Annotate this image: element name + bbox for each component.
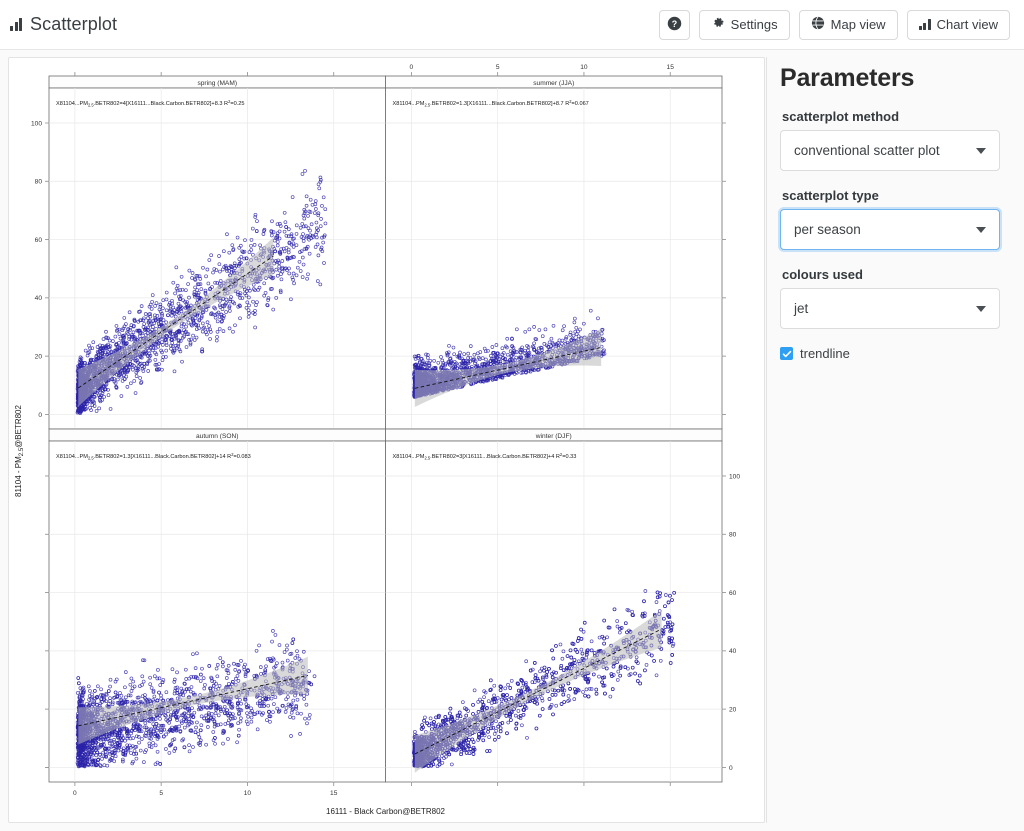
chart-view-button[interactable]: Chart view <box>906 9 1010 40</box>
colours-used-label: colours used <box>782 267 863 282</box>
x-tick-label: 15 <box>330 790 338 797</box>
panel-equation: X81104...PM2.5.BETR802=3[X16111...Black.… <box>393 452 577 461</box>
chevron-down-icon <box>976 147 986 154</box>
scatterplot-figure: spring (MAM) X81104...PM2.5.BETR802=4[X16… <box>8 57 765 823</box>
parameters-title: Parameters <box>780 64 915 92</box>
scatterplot-method-label: scatterplot method <box>782 109 900 124</box>
bar-chart-icon <box>10 18 22 31</box>
x-tick-label: 15 <box>667 64 675 71</box>
top-toolbar: Scatterplot ? Settings Map view Chart vi… <box>0 0 1024 50</box>
scatterplot-type-label: scatterplot type <box>782 188 879 203</box>
x-axis-title: 16111 - Black Carbon@BETR802 <box>326 807 446 816</box>
chart-view-label: Chart view <box>936 17 998 32</box>
parameters-sidebar: Parameters scatterplot method convention… <box>772 57 1016 823</box>
settings-label: Settings <box>730 17 778 32</box>
panel-equation: X81104...PM2.5.BETR802=1.3[X16111...Blac… <box>56 452 251 461</box>
y-tick-label: 0 <box>729 765 733 772</box>
y-tick-label: 100 <box>729 473 740 480</box>
trendline-checkbox[interactable] <box>780 347 793 360</box>
y-tick-label: 20 <box>729 707 737 714</box>
panel-strip-label: winter (DJF) <box>535 433 572 440</box>
map-view-label: Map view <box>830 17 886 32</box>
facet-scatter-svg: spring (MAM) X81104...PM2.5.BETR802=4[X16… <box>14 64 740 816</box>
y-tick-label: 20 <box>35 354 43 361</box>
panel-strip-label: spring (MAM) <box>197 80 237 87</box>
x-tick-label: 0 <box>410 64 414 71</box>
scatterplot-method-value: conventional scatter plot <box>794 143 940 158</box>
y-tick-label: 80 <box>729 532 737 539</box>
y-tick-label: 40 <box>35 295 43 302</box>
settings-button[interactable]: Settings <box>698 9 790 40</box>
y-tick-label: 60 <box>35 237 43 244</box>
colours-used-select[interactable]: jet <box>780 288 1000 329</box>
check-icon <box>782 349 792 359</box>
panel-divider <box>766 57 767 823</box>
chevron-down-icon <box>976 226 986 233</box>
y-tick-label: 100 <box>31 120 42 127</box>
scatterplot-type-value: per season <box>794 222 861 237</box>
x-tick-label: 5 <box>159 790 163 797</box>
x-tick-label: 0 <box>73 790 77 797</box>
scatterplot-type-select[interactable]: per season <box>780 209 1000 250</box>
scatterplot-method-select[interactable]: conventional scatter plot <box>780 130 1000 171</box>
y-tick-label: 60 <box>729 590 737 597</box>
x-tick-label: 5 <box>496 64 500 71</box>
panel-equation: X81104...PM2.5.BETR802=1.3[X16111...Blac… <box>393 99 589 108</box>
gear-icon <box>711 16 725 33</box>
x-tick-label: 10 <box>244 790 252 797</box>
panel-equation: X81104...PM2.5.BETR802=4[X16111...Black.… <box>56 99 245 108</box>
y-tick-label: 0 <box>38 412 42 419</box>
panel-strip-label: autumn (SON) <box>196 433 239 440</box>
app-title: Scatterplot <box>30 14 118 34</box>
trendline-row: trendline <box>780 346 1000 361</box>
y-tick-label: 40 <box>729 648 737 655</box>
y-tick-label: 80 <box>35 179 43 186</box>
help-button[interactable]: ? <box>658 9 690 40</box>
bar-chart-icon <box>918 19 931 30</box>
app-brand: Scatterplot <box>10 14 117 35</box>
help-circle-icon: ? <box>667 16 682 34</box>
y-axis-title: 81104 - PM2.5@BETR802 <box>14 404 25 496</box>
chevron-down-icon <box>976 305 986 312</box>
map-view-button[interactable]: Map view <box>798 9 898 40</box>
globe-icon <box>811 16 825 33</box>
colours-used-value: jet <box>794 301 809 316</box>
x-tick-label: 10 <box>580 64 588 71</box>
panel-strip-label: summer (JJA) <box>533 80 574 87</box>
scatterplot-application: Scatterplot ? Settings Map view Chart vi… <box>0 0 1024 831</box>
toolbar-button-group: ? Settings Map view Chart view <box>658 9 1010 40</box>
svg-text:?: ? <box>671 18 676 28</box>
trendline-label: trendline <box>800 346 850 361</box>
